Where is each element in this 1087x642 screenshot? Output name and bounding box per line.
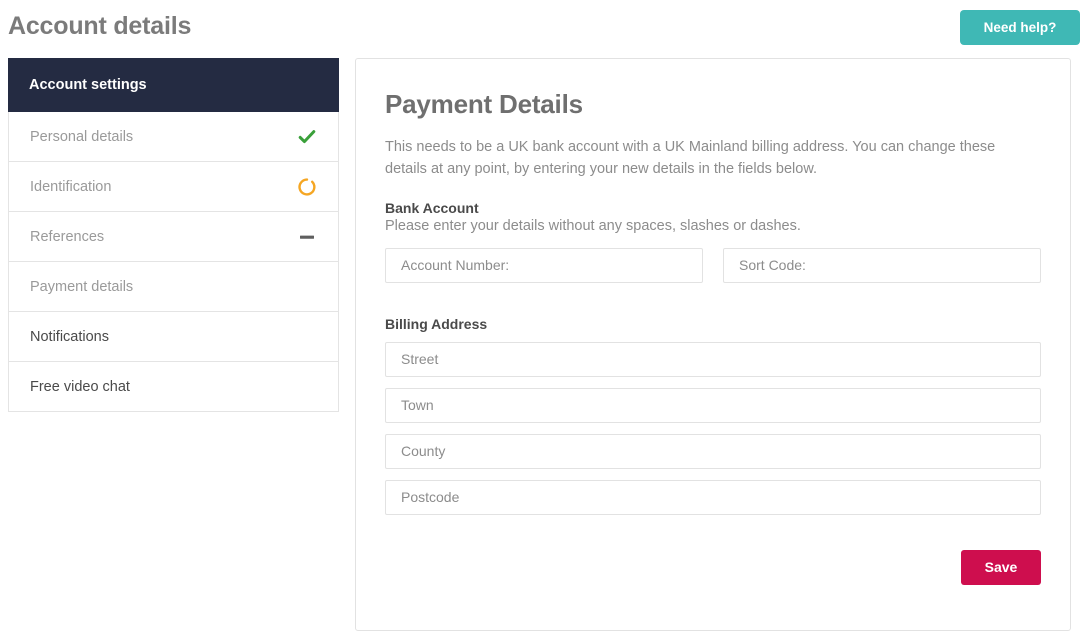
sort-code-input[interactable] [723,247,1041,283]
sidebar-item-notifications[interactable]: Notifications [8,312,339,362]
sidebar-item-label: Free video chat [30,378,130,395]
sidebar-item-payment-details[interactable]: Payment details [8,262,339,312]
circle-ring-icon [296,176,318,198]
sidebar-item-label: Personal details [30,128,134,145]
sidebar-item-label: Identification [30,178,112,195]
sidebar-item-label: References [30,228,105,245]
sidebar-heading: Account settings [8,58,339,112]
account-number-field-wrap [385,247,703,283]
account-settings-sidebar: Account settings Personal details Identi… [8,58,339,412]
account-number-input[interactable] [385,247,703,283]
town-input[interactable] [385,387,1041,423]
sidebar-item-free-video-chat[interactable]: Free video chat [8,362,339,412]
bank-account-fields-row [385,247,1041,283]
county-input[interactable] [385,433,1041,469]
street-input[interactable] [385,341,1041,377]
page-title: Account details [8,12,192,40]
postcode-input[interactable] [385,479,1041,515]
panel-intro-text: This needs to be a UK bank account with … [385,139,996,178]
sidebar-item-personal-details[interactable]: Personal details [8,112,339,162]
billing-address-section: Billing Address [385,316,1041,515]
page-header: Account details Need help? [0,0,1087,58]
billing-address-title: Billing Address [385,315,488,332]
panel-title: Payment Details [385,89,583,119]
sort-code-field-wrap [723,247,1041,283]
sidebar-item-identification[interactable]: Identification [8,162,339,212]
bank-account-section: Bank Account Please enter your details w… [385,200,1041,283]
save-button[interactable]: Save [961,549,1041,585]
postcode-field-wrap [385,479,1041,515]
check-icon [296,126,318,148]
sidebar-item-label: Notifications [30,328,109,345]
bank-account-title: Bank Account [385,199,479,216]
need-help-button[interactable]: Need help? [960,10,1080,45]
panel-footer: Save [385,549,1041,585]
payment-details-panel: Payment Details This needs to be a UK ba… [355,58,1071,631]
town-field-wrap [385,387,1041,423]
county-field-wrap [385,433,1041,469]
bank-account-note: Please enter your details without any sp… [385,217,801,234]
sidebar-item-references[interactable]: References [8,212,339,262]
street-field-wrap [385,341,1041,377]
sidebar-item-label: Payment details [30,278,134,295]
dash-icon [296,226,318,248]
